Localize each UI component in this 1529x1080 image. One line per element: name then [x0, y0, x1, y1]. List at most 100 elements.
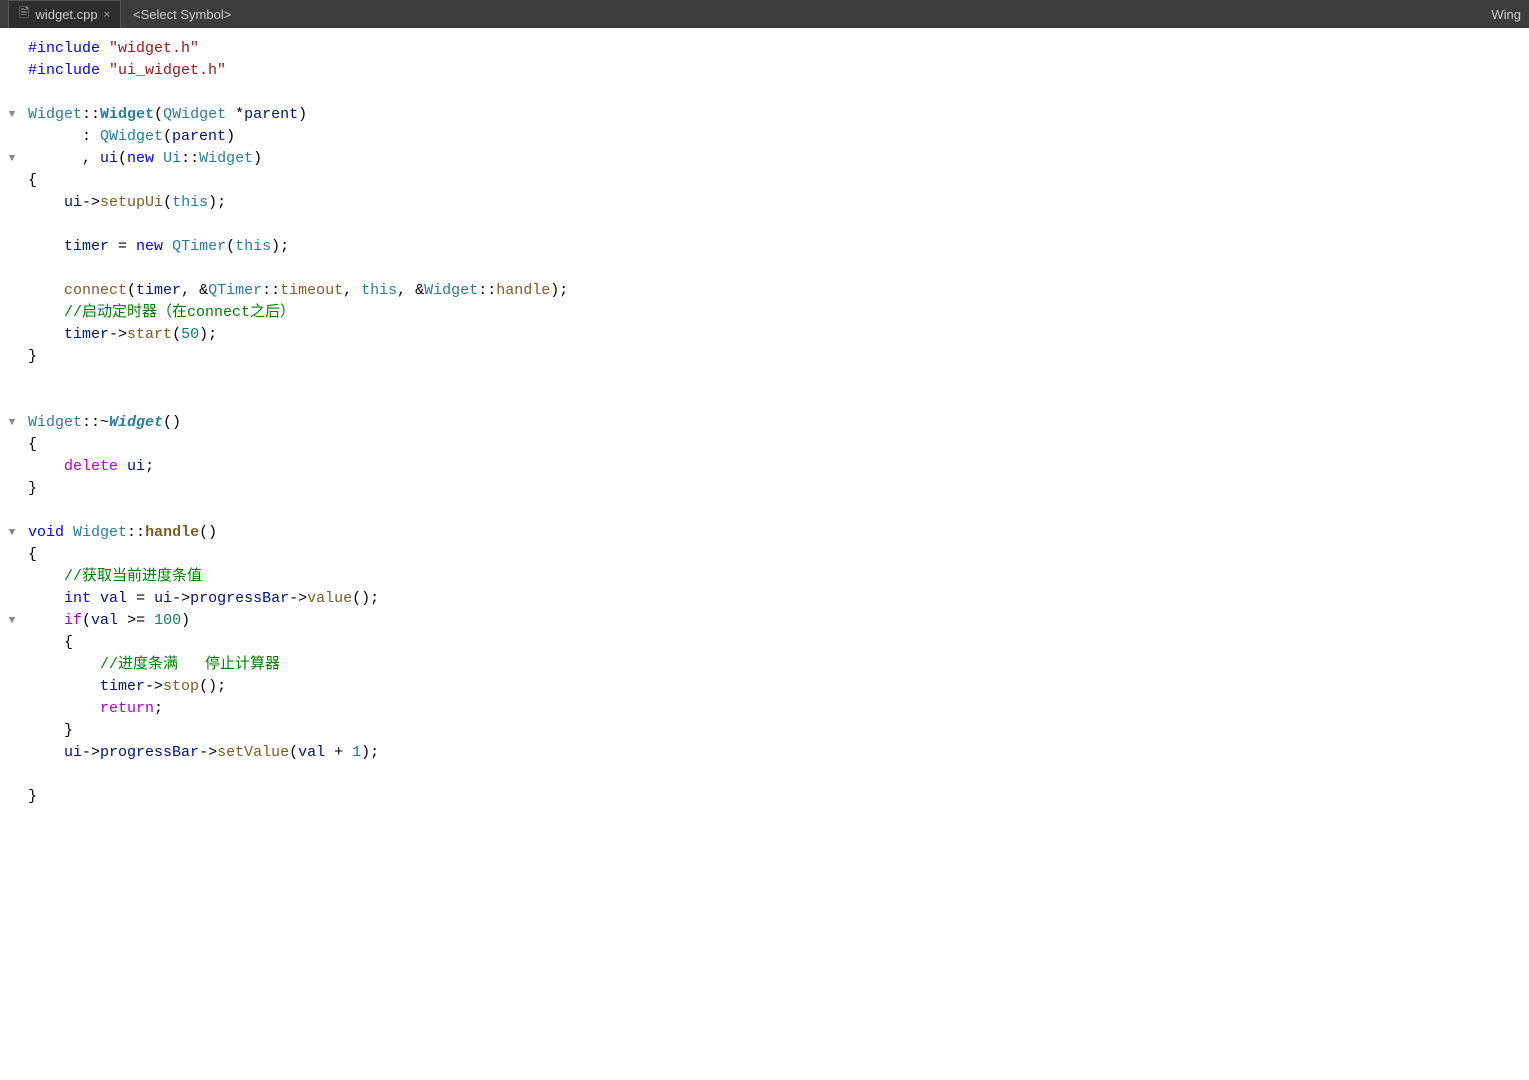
code-line: //获取当前进度条值 [0, 566, 1529, 588]
tab-widget-cpp[interactable]: 🖹 widget.cpp × [8, 0, 121, 29]
code-line: ▼Widget::~Widget() [0, 412, 1529, 434]
code-token: #include [28, 40, 100, 57]
code-token [28, 612, 64, 629]
code-token [28, 590, 64, 607]
fold-indicator[interactable]: ▼ [4, 610, 20, 632]
code-token [118, 458, 127, 475]
code-line: { [0, 170, 1529, 192]
fold-indicator[interactable]: ▼ [4, 104, 20, 126]
code-token: ( [82, 612, 91, 629]
line-content: if(val >= 100) [20, 610, 1529, 632]
tab-label-widget-cpp: widget.cpp [35, 7, 97, 22]
code-token: { [28, 436, 37, 453]
code-line: { [0, 544, 1529, 566]
code-token: ( [172, 326, 181, 343]
code-line: timer = new QTimer(this); [0, 236, 1529, 258]
code-token: ::~ [82, 414, 109, 431]
code-line [0, 214, 1529, 236]
code-token: progressBar [190, 590, 289, 607]
code-token [28, 326, 64, 343]
code-token: progressBar [100, 744, 199, 761]
fold-indicator[interactable]: ▼ [4, 148, 20, 170]
line-content [20, 82, 1529, 104]
code-token: ) [253, 150, 262, 167]
code-token: //启动定时器（在connect之后） [28, 304, 295, 321]
code-token: this [172, 194, 208, 211]
code-token: new [136, 238, 163, 255]
line-content: Widget::Widget(QWidget *parent) [20, 104, 1529, 126]
code-line: timer->stop(); [0, 676, 1529, 698]
code-token: 1 [352, 744, 361, 761]
window-label: Wing [1491, 7, 1521, 22]
code-token: delete [64, 458, 118, 475]
code-token: QWidget [163, 106, 226, 123]
code-token: -> [199, 744, 217, 761]
code-token: val [91, 612, 118, 629]
code-token: value [307, 590, 352, 607]
code-token [28, 194, 64, 211]
code-token: timer [100, 678, 145, 695]
code-token: -> [172, 590, 190, 607]
line-content: delete ui; [20, 456, 1529, 478]
code-token: ui [64, 744, 82, 761]
code-token: :: [262, 282, 280, 299]
code-token [154, 150, 163, 167]
code-token: handle [145, 524, 199, 541]
code-token [28, 238, 64, 255]
code-token: stop [163, 678, 199, 695]
code-token: this [235, 238, 271, 255]
line-content: { [20, 632, 1529, 654]
code-token: (); [352, 590, 379, 607]
code-token: , [343, 282, 361, 299]
line-content [20, 368, 1529, 390]
select-symbol-label: <Select Symbol> [133, 7, 231, 22]
code-token: ; [154, 700, 163, 717]
code-line: //进度条满 停止计算器 [0, 654, 1529, 676]
code-token [28, 678, 100, 695]
code-line: { [0, 434, 1529, 456]
code-line: : QWidget(parent) [0, 126, 1529, 148]
line-content [20, 214, 1529, 236]
code-token: int [64, 590, 91, 607]
code-token: * [226, 106, 244, 123]
code-token: ); [550, 282, 568, 299]
code-token: return [100, 700, 154, 717]
line-content [20, 500, 1529, 522]
code-line: int val = ui->progressBar->value(); [0, 588, 1529, 610]
fold-indicator[interactable]: ▼ [4, 412, 20, 434]
code-token: } [28, 788, 37, 805]
code-line: #include "ui_widget.h" [0, 60, 1529, 82]
code-token: -> [109, 326, 127, 343]
code-token: ui [100, 150, 118, 167]
code-token [100, 40, 109, 57]
line-content [20, 390, 1529, 412]
code-token: 100 [154, 612, 181, 629]
code-token: } [28, 722, 73, 739]
code-token: Widget [199, 150, 253, 167]
code-token: if [64, 612, 82, 629]
title-bar: 🖹 widget.cpp × <Select Symbol> Wing [0, 0, 1529, 28]
tab-select-symbol[interactable]: <Select Symbol> [123, 4, 241, 25]
code-line: delete ui; [0, 456, 1529, 478]
code-line [0, 368, 1529, 390]
line-content: ui->progressBar->setValue(val + 1); [20, 742, 1529, 764]
code-line: ui->setupUi(this); [0, 192, 1529, 214]
fold-indicator[interactable]: ▼ [4, 522, 20, 544]
code-token: ( [226, 238, 235, 255]
code-token [28, 744, 64, 761]
code-token: val [100, 590, 127, 607]
code-token [28, 458, 64, 475]
code-area[interactable]: #include "widget.h"#include "ui_widget.h… [0, 28, 1529, 1080]
code-line: #include "widget.h" [0, 38, 1529, 60]
code-line: connect(timer, &QTimer::timeout, this, &… [0, 280, 1529, 302]
code-line: ▼ if(val >= 100) [0, 610, 1529, 632]
code-token: () [163, 414, 181, 431]
line-content: return; [20, 698, 1529, 720]
code-token: ( [289, 744, 298, 761]
code-token: :: [127, 524, 145, 541]
code-token: , & [181, 282, 208, 299]
close-icon[interactable]: × [104, 9, 110, 21]
code-token: + [325, 744, 352, 761]
line-content: { [20, 434, 1529, 456]
code-token: //进度条满 停止计算器 [28, 656, 280, 673]
